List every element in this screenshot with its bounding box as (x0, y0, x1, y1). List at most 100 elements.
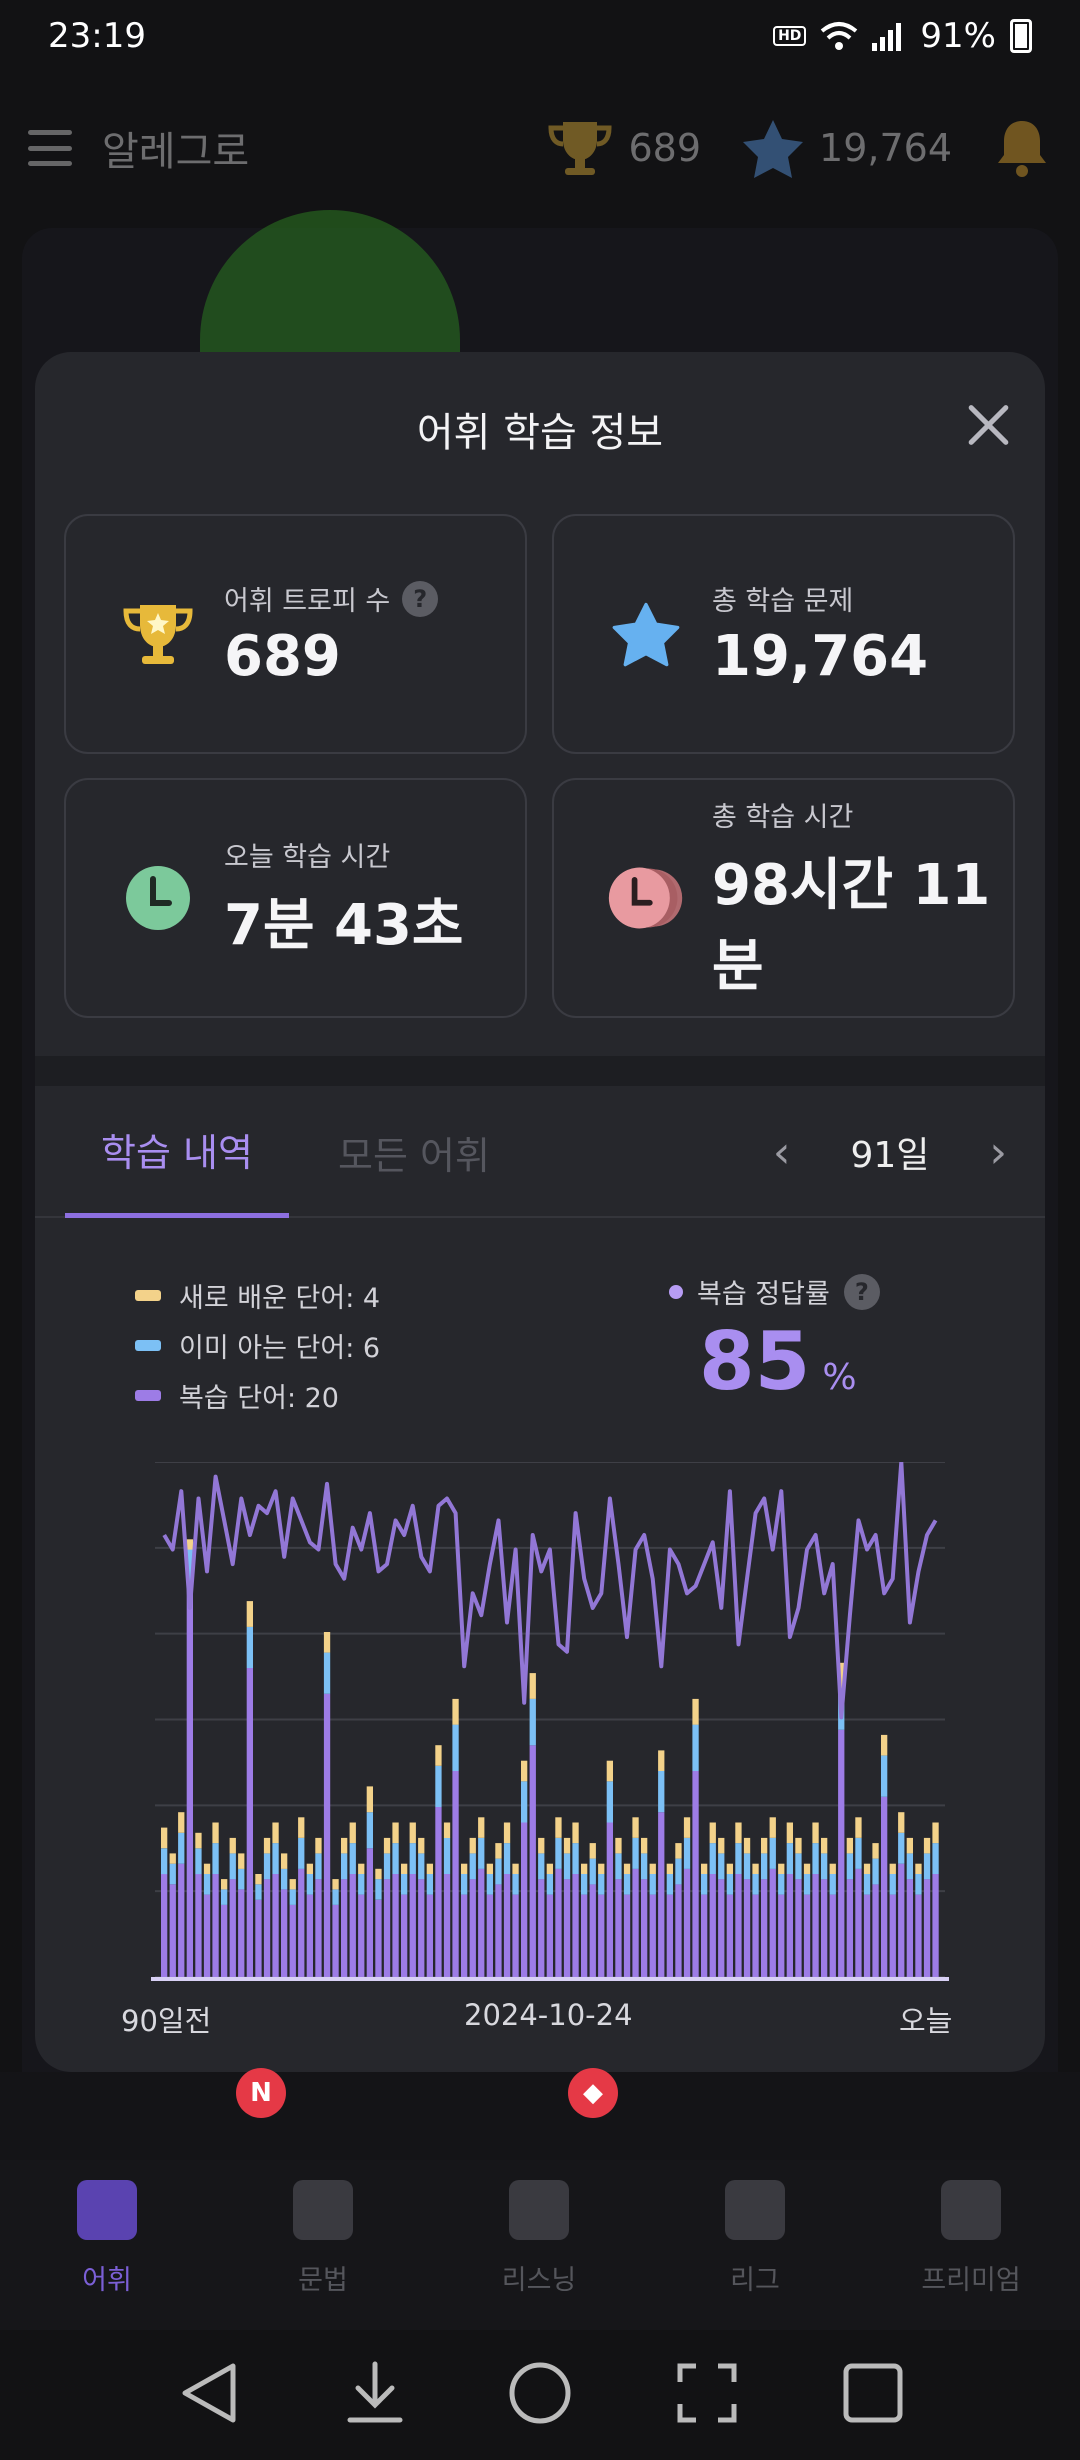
bar-segment (486, 1863, 493, 1874)
bell-icon[interactable] (992, 117, 1052, 179)
bar-segment (803, 1894, 811, 1977)
nav-listening[interactable]: 리스닝 (464, 2180, 614, 2297)
study-history-chart (151, 1462, 949, 1981)
bar-segment (641, 1879, 648, 1977)
bar-segment (212, 1822, 219, 1844)
bar-segment (332, 1889, 339, 1905)
bar-segment (418, 1879, 425, 1977)
bar-segment (778, 1863, 785, 1874)
nav-vocab[interactable]: 어휘 (32, 2180, 182, 2297)
nav-grammar[interactable]: 문법 (248, 2180, 398, 2297)
bar-segment (812, 1843, 819, 1874)
bar-segment (683, 1868, 691, 1978)
bar-segment (649, 1894, 656, 1977)
bar-segment (812, 1822, 819, 1844)
bar-segment (221, 1904, 228, 1977)
bar-segment (306, 1894, 313, 1977)
bar-segment (701, 1863, 708, 1874)
chevron-right-icon[interactable]: › (989, 1127, 1007, 1178)
bar-segment (546, 1874, 553, 1895)
bar-segment (718, 1853, 725, 1880)
bar-segment (486, 1894, 493, 1977)
bar-segment (709, 1874, 716, 1977)
bar-segment (932, 1843, 939, 1874)
bar-segment (435, 1765, 442, 1807)
chevron-left-icon[interactable]: ‹ (773, 1127, 791, 1178)
bar-segment (538, 1853, 545, 1880)
star-counter[interactable]: 19,764 (741, 118, 952, 178)
app-bar: 알레그로 689 19,764 (0, 100, 1080, 196)
gem-icon: ◆ (568, 2068, 618, 2118)
bar-segment (229, 1837, 236, 1854)
tab-study-history[interactable]: 학습 내역 (65, 1086, 289, 1218)
section-divider (35, 1056, 1045, 1086)
bar-segment (161, 1848, 168, 1875)
bar-segment (392, 1843, 399, 1874)
bar-segment (478, 1868, 485, 1978)
bar-segment (743, 1837, 751, 1854)
bar-segment (229, 1879, 236, 1977)
grammar-icon (293, 2180, 353, 2240)
bar-segment (298, 1838, 305, 1869)
bar-segment (709, 1822, 716, 1844)
bar-segment (786, 1843, 793, 1874)
bar-segment (829, 1874, 836, 1895)
bar-segment (726, 1863, 733, 1874)
nav-premium[interactable]: 프리미엄 (896, 2180, 1046, 2297)
accuracy-line (162, 1462, 938, 1720)
bar-segment (323, 1652, 331, 1694)
bar-segment (169, 1863, 176, 1885)
building-icon (725, 2180, 785, 2240)
bar-segment (461, 1874, 468, 1895)
home-icon[interactable] (505, 2358, 575, 2428)
bar-segment (512, 1863, 519, 1874)
help-icon[interactable]: ? (402, 580, 439, 617)
bar-segment (795, 1879, 802, 1977)
bar-segment (221, 1879, 228, 1890)
total-questions-card: 총 학습 문제 19,764 (552, 514, 1015, 754)
bar-segment (898, 1863, 905, 1977)
close-icon[interactable] (965, 402, 1011, 448)
bar-segment (435, 1745, 442, 1766)
bar-segment (418, 1853, 425, 1880)
bar-segment (855, 1817, 862, 1838)
screenshot-icon[interactable] (672, 2358, 742, 2428)
bar-segment (606, 1760, 613, 1782)
bar-segment (443, 1822, 451, 1838)
nav-league[interactable]: 리그 (680, 2180, 830, 2297)
trophy-count-card: 어휘 트로피 수? 689 (64, 514, 527, 754)
bar-segment (632, 1868, 639, 1978)
bar-segment (315, 1853, 322, 1880)
bar-segment (641, 1837, 648, 1854)
bar-segment (229, 1853, 236, 1880)
back-icon[interactable] (175, 2358, 245, 2428)
bar-segment (358, 1874, 365, 1895)
bar-segment (666, 1874, 673, 1895)
bar-segment (401, 1874, 408, 1895)
bar-segment (478, 1817, 485, 1838)
recents-icon[interactable] (838, 2358, 908, 2428)
bar-segment (898, 1832, 905, 1864)
bar-segment (178, 1832, 185, 1864)
help-icon[interactable]: ? (843, 1273, 880, 1310)
bar-segment (512, 1874, 519, 1895)
bar-segment (443, 1874, 451, 1977)
accuracy-value: 85 (699, 1315, 811, 1408)
bar-segment (195, 1848, 202, 1875)
legend-review-words: 복습 단어: 20 (135, 1370, 380, 1420)
download-icon[interactable] (340, 2358, 410, 2428)
bar-segment (872, 1843, 879, 1859)
range-selector: ‹ 91일 › (773, 1086, 1007, 1218)
bar-segment (341, 1853, 348, 1880)
bar-segment (272, 1874, 279, 1977)
bar-segment (598, 1863, 605, 1874)
chart-legend: 새로 배운 단어: 4 이미 아는 단어: 6 복습 단어: 20 (135, 1270, 380, 1420)
bar-segment (538, 1879, 545, 1977)
bar-segment (675, 1843, 682, 1859)
tab-all-vocab[interactable]: 모든 어휘 (338, 1086, 490, 1218)
bar-segment (923, 1837, 931, 1854)
menu-icon[interactable] (28, 130, 72, 166)
trophy-icon (547, 122, 612, 175)
bar-segment (855, 1868, 862, 1978)
trophy-counter[interactable]: 689 (545, 118, 701, 178)
